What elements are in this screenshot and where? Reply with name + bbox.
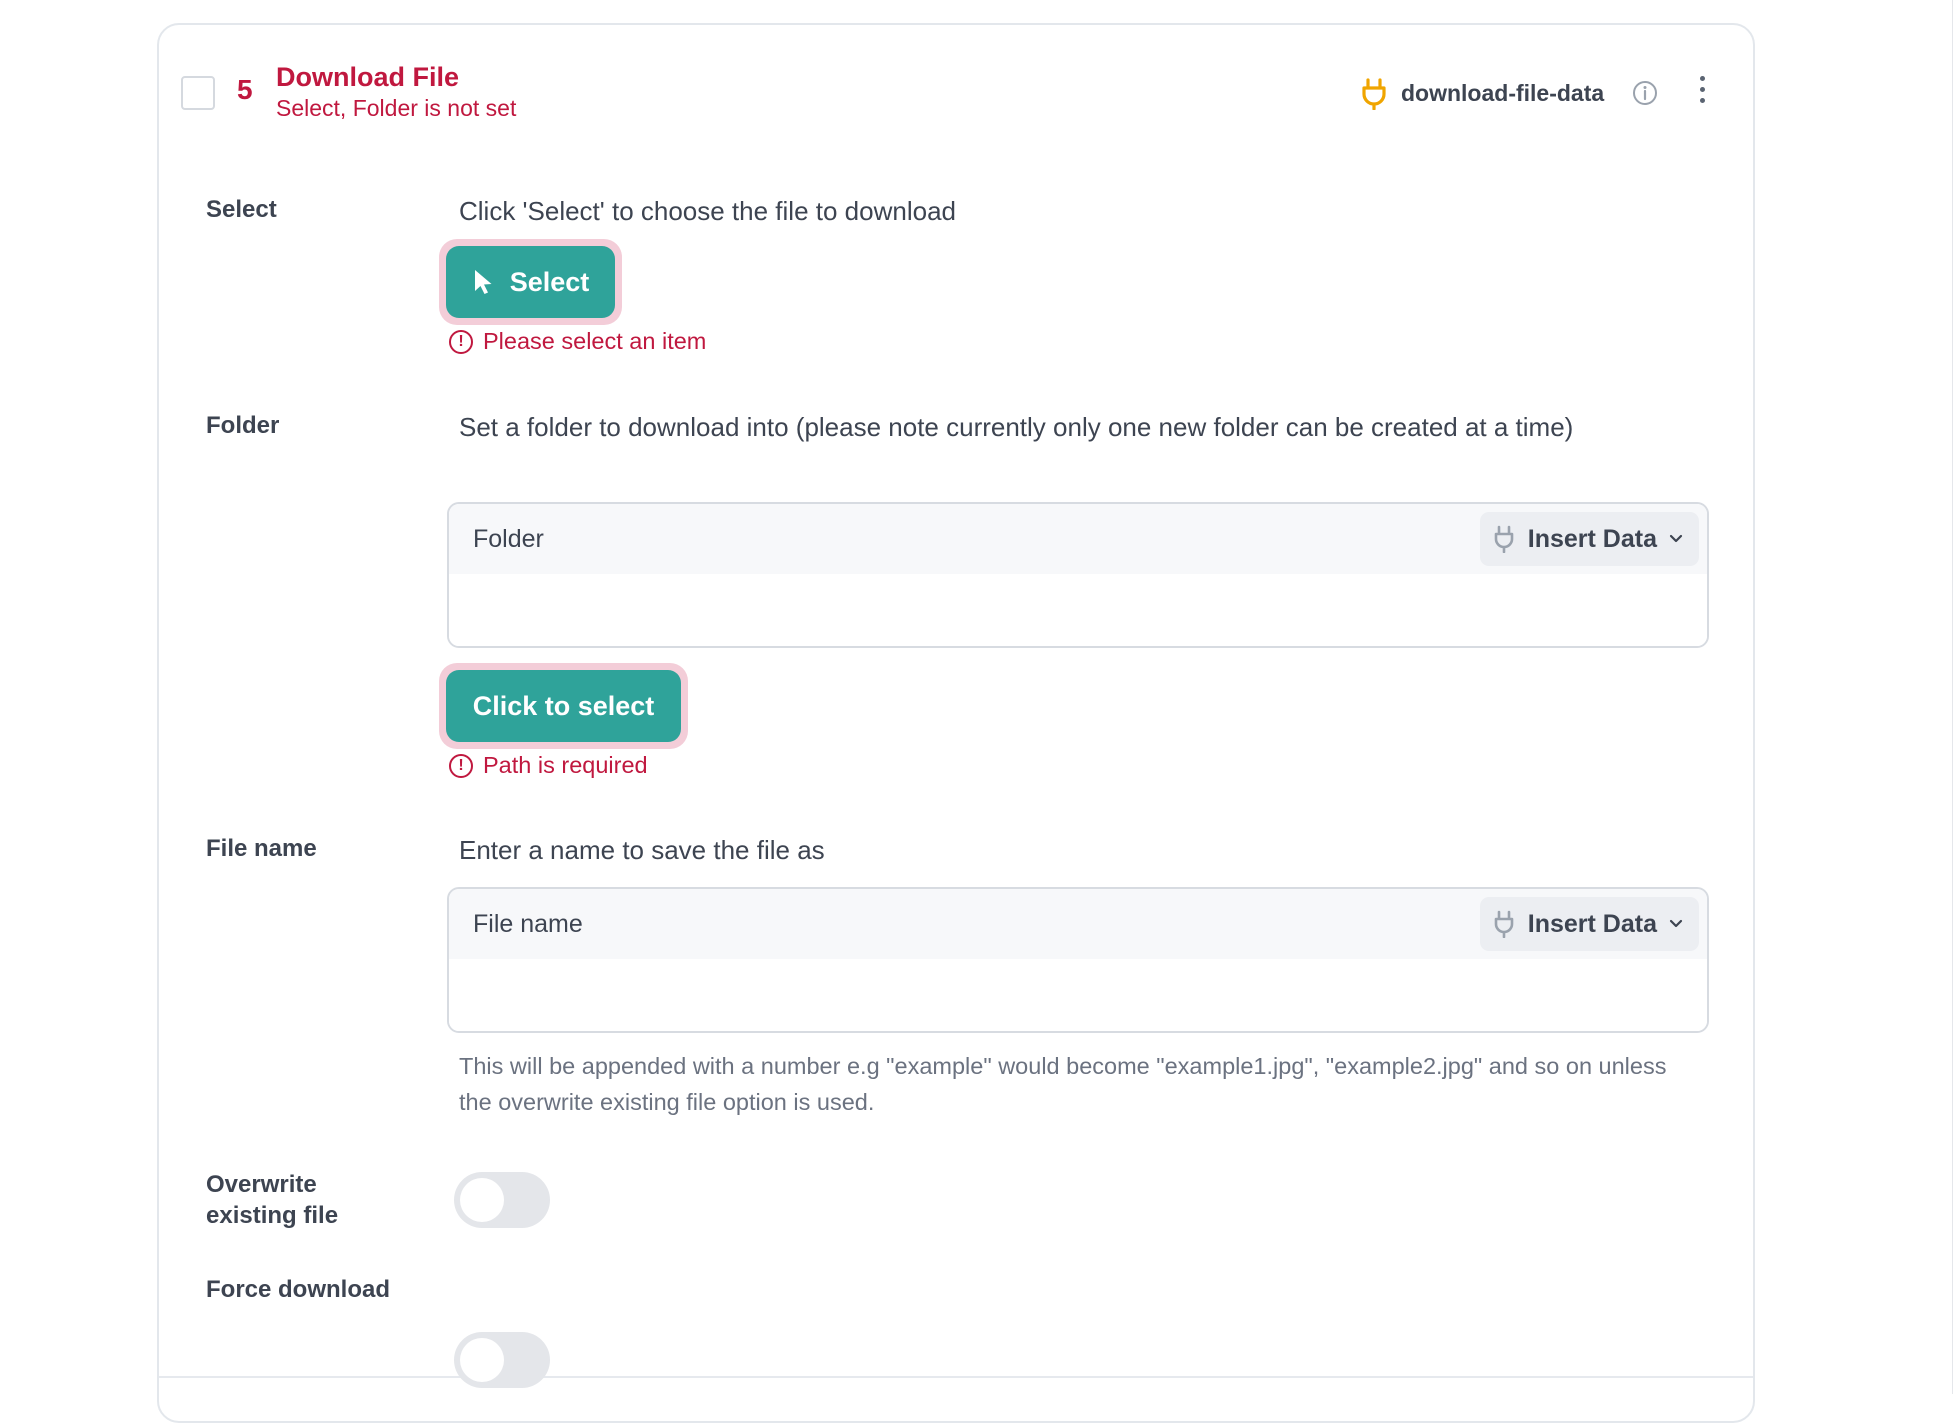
chevron-down-icon xyxy=(1669,919,1683,928)
folder-error: ! Path is required xyxy=(449,752,648,779)
info-icon[interactable] xyxy=(1632,80,1658,106)
click-to-select-button[interactable]: Click to select xyxy=(446,670,681,742)
folder-input-header: Folder Insert Data xyxy=(449,504,1707,574)
filename-field-description: Enter a name to save the file as xyxy=(459,835,825,865)
toggle-knob xyxy=(460,1338,504,1382)
folder-input-area[interactable] xyxy=(449,574,1707,646)
folder-field-label: Folder xyxy=(206,412,280,439)
step-title: Download File xyxy=(276,62,460,92)
select-field-label: Select xyxy=(206,196,277,223)
select-error: ! Please select an item xyxy=(449,328,706,355)
step-card xyxy=(157,23,1755,1423)
click-to-select-label: Click to select xyxy=(472,690,655,721)
filename-field-label: File name xyxy=(206,835,317,862)
toggle-knob xyxy=(460,1178,504,1222)
plug-icon xyxy=(1494,525,1514,553)
folder-insert-data-button[interactable]: Insert Data xyxy=(1479,512,1699,566)
step-checkbox[interactable] xyxy=(181,76,215,110)
select-field-description: Click 'Select' to choose the file to dow… xyxy=(459,196,956,226)
force-download-toggle[interactable] xyxy=(454,1332,550,1388)
folder-error-text: Path is required xyxy=(483,752,648,778)
alert-circle-icon: ! xyxy=(449,753,473,778)
select-button[interactable]: Select xyxy=(446,246,615,318)
step-status-message: Select, Folder is not set xyxy=(276,95,517,121)
step-number: 5 xyxy=(237,74,253,105)
folder-insert-data-label: Insert Data xyxy=(1527,524,1657,553)
alert-circle-icon: ! xyxy=(449,329,473,354)
force-download-label: Force download xyxy=(206,1276,391,1303)
more-vertical-icon[interactable] xyxy=(1690,72,1714,112)
select-button-label: Select xyxy=(509,266,590,297)
filename-input-area[interactable] xyxy=(449,959,1707,1031)
filename-insert-data-label: Insert Data xyxy=(1527,909,1657,938)
select-error-text: Please select an item xyxy=(483,328,707,354)
plug-icon xyxy=(1362,78,1386,110)
scrollbar-track[interactable] xyxy=(1952,0,1953,1394)
filename-input[interactable]: File name Insert Data xyxy=(447,887,1709,1033)
overwrite-field-label: Overwrite existing file xyxy=(206,1171,339,1229)
output-data-name: download-file-data xyxy=(1401,80,1605,106)
folder-button-focus-ring: Click to select xyxy=(439,663,688,749)
chevron-down-icon xyxy=(1669,534,1683,543)
folder-field-description: Set a folder to download into (please no… xyxy=(459,412,1574,442)
select-button-focus-ring: Select xyxy=(439,239,622,325)
folder-input[interactable]: Folder Insert Data xyxy=(447,502,1709,648)
filename-input-label: File name xyxy=(473,909,583,938)
filename-input-header: File name Insert Data xyxy=(449,889,1707,959)
plug-icon xyxy=(1494,910,1514,938)
filename-insert-data-button[interactable]: Insert Data xyxy=(1479,897,1699,951)
card-divider xyxy=(159,1376,1753,1378)
filename-hint: This will be appended with a number e.g … xyxy=(459,1053,1667,1115)
folder-input-label: Folder xyxy=(473,524,544,553)
cursor-pointer-icon xyxy=(474,270,492,294)
overwrite-toggle[interactable] xyxy=(454,1172,550,1228)
